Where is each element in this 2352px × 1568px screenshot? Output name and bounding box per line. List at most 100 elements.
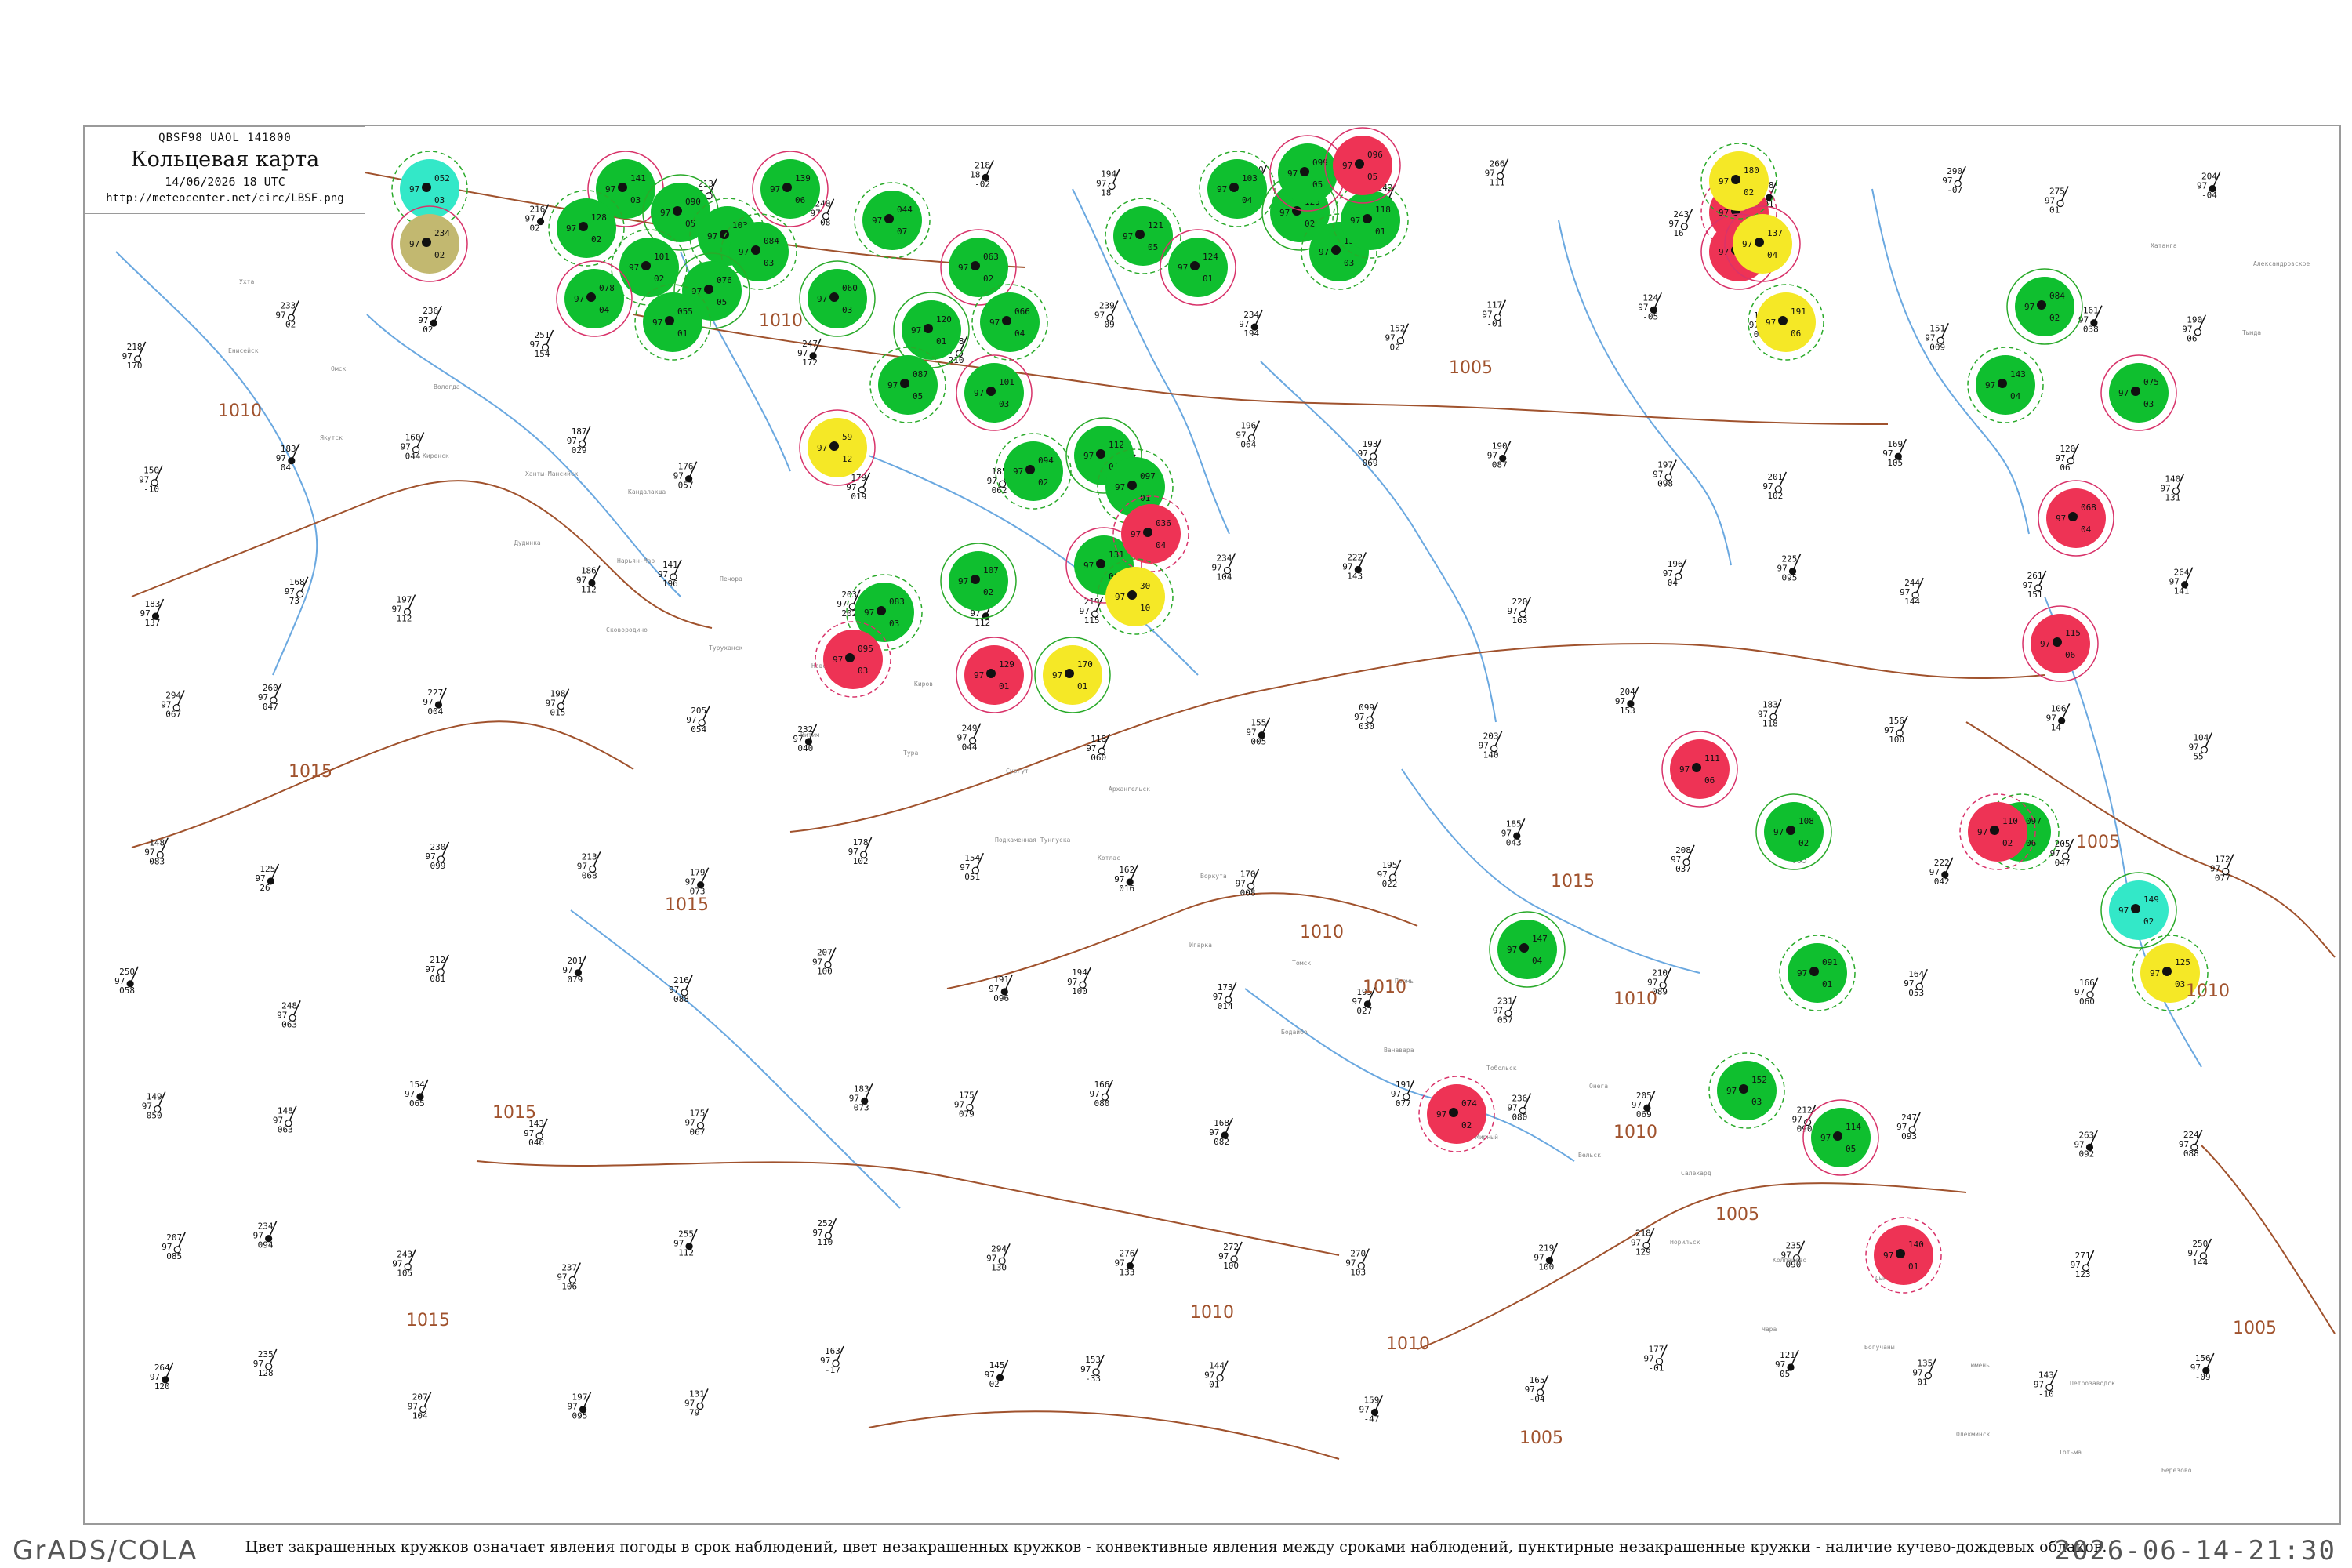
station-plot[interactable]: 16097044 [401, 432, 425, 462]
station-plot[interactable]: 18597043 [1501, 818, 1526, 848]
station-plot[interactable]: 1219705 [1775, 1349, 1799, 1379]
station-plot[interactable]: 24797093 [1896, 1112, 1921, 1142]
station-plot[interactable]: 23697080 [1507, 1093, 1532, 1123]
station-plot[interactable]: 17897102 [848, 837, 873, 866]
station-plot[interactable]: 16897082 [1209, 1117, 1233, 1147]
station-plot[interactable]: 26397092 [2074, 1130, 2099, 1159]
weather-circle-station[interactable]: 191 97 06 [1748, 284, 1824, 361]
weather-circle-station[interactable]: 087 97 05 [869, 347, 946, 423]
station-plot[interactable]: 11797-01 [1482, 299, 1507, 329]
station-plot[interactable]: 15497065 [405, 1079, 429, 1109]
station-plot[interactable]: 14997050 [142, 1091, 166, 1121]
station-plot[interactable]: 25197154 [530, 329, 554, 359]
weather-circle-station[interactable]: 152 97 03 [1708, 1052, 1785, 1129]
station-plot[interactable]: 19397069 [1358, 438, 1382, 468]
station-plot[interactable]: 23497094 [253, 1221, 278, 1250]
station-plot[interactable]: 14397046 [524, 1118, 548, 1148]
station-plot[interactable]: 1529702 [1385, 323, 1410, 353]
station-plot[interactable]: 21297081 [425, 954, 449, 984]
station-plot[interactable]: 23497104 [1211, 553, 1236, 583]
weather-circle-station[interactable]: 137 97 04 [1724, 205, 1801, 282]
station-plot[interactable]: 20797104 [408, 1392, 432, 1421]
weather-circle-station[interactable]: 114 97 05 [1802, 1099, 1879, 1176]
station-plot[interactable]: 17997073 [685, 867, 710, 897]
station-plot[interactable]: 29497067 [161, 690, 185, 720]
weather-circle-station[interactable]: 149 97 02 [2100, 872, 2177, 949]
station-plot[interactable]: 25297110 [812, 1218, 837, 1247]
station-plot[interactable]: 11897060 [1086, 733, 1110, 763]
station-plot[interactable]: 26097047 [258, 682, 282, 712]
station-plot[interactable]: 25097058 [114, 966, 139, 996]
station-plot[interactable]: 12497-05 [1638, 292, 1662, 321]
station-plot[interactable]: 19597022 [1377, 859, 1402, 889]
station-plot[interactable]: 23797106 [557, 1262, 581, 1292]
station-plot[interactable]: 27197123 [2071, 1250, 2095, 1279]
weather-circle-station[interactable]: 140 97 01 [1865, 1217, 1942, 1294]
station-plot[interactable]: 2439716 [1668, 209, 1693, 238]
station-plot[interactable]: 23197057 [1493, 996, 1517, 1025]
station-plot[interactable]: 2759701 [2045, 186, 2069, 216]
station-plot[interactable]: 19797112 [392, 594, 416, 624]
station-plot[interactable]: 15697-09 [2190, 1352, 2215, 1382]
station-plot[interactable]: 20397140 [1479, 731, 1503, 760]
station-plot[interactable]: 17597079 [954, 1090, 978, 1120]
station-plot[interactable]: 21997100 [1534, 1243, 1559, 1272]
station-plot[interactable]: 26697111 [1485, 158, 1509, 188]
weather-circle-station[interactable]: 044 97 07 [854, 182, 931, 259]
station-plot[interactable]: 19197096 [989, 974, 1013, 1004]
weather-circle-station[interactable]: 170 97 01 [1034, 637, 1111, 713]
weather-circle-station[interactable]: 068 97 04 [2038, 480, 2114, 557]
weather-circle-station[interactable]: 094 97 02 [995, 433, 1072, 510]
station-plot[interactable]: 17697057 [673, 461, 698, 491]
station-plot[interactable]: 25597112 [673, 1229, 698, 1258]
station-plot[interactable]: 19897015 [546, 688, 570, 718]
station-plot[interactable]: 16597-04 [1525, 1374, 1549, 1404]
station-plot[interactable]: 22297042 [1929, 857, 1954, 887]
station-plot[interactable]: 1459702 [985, 1359, 1009, 1389]
station-plot[interactable]: 1449701 [1204, 1360, 1229, 1390]
station-plot[interactable]: 16497053 [1904, 968, 1928, 998]
station-plot[interactable]: 19197077 [1391, 1079, 1415, 1109]
station-plot[interactable]: 20497-04 [2197, 171, 2221, 201]
station-plot[interactable]: 22097163 [1507, 596, 1532, 626]
weather-circle-station[interactable]: 101 97 03 [956, 354, 1033, 431]
station-plot[interactable]: 18397118 [1758, 699, 1782, 728]
weather-circle-station[interactable]: 075 97 03 [2100, 354, 2177, 431]
station-plot[interactable]: 15597005 [1246, 717, 1271, 747]
station-plot[interactable]: 15097-10 [139, 465, 163, 495]
station-plot[interactable]: 1359701 [1912, 1358, 1937, 1388]
station-plot[interactable]: 20197079 [562, 955, 587, 985]
station-plot[interactable]: 16397-17 [820, 1345, 844, 1375]
station-plot[interactable]: 18797029 [567, 426, 591, 456]
station-plot[interactable]: 17997019 [846, 472, 871, 502]
station-plot[interactable]: 2169702 [525, 204, 550, 234]
station-plot[interactable]: 15397-33 [1080, 1354, 1105, 1384]
station-plot[interactable]: 29497130 [986, 1243, 1011, 1272]
station-plot[interactable]: 16297016 [1114, 864, 1138, 894]
station-plot[interactable]: 23597128 [253, 1348, 278, 1378]
station-plot[interactable]: 21697088 [669, 975, 693, 1004]
weather-circle-station[interactable]: 147 97 04 [1489, 911, 1566, 988]
station-plot[interactable]: 19797098 [1653, 459, 1677, 489]
station-plot[interactable]: 20797100 [812, 947, 837, 977]
weather-circle-station[interactable]: 107 97 02 [940, 543, 1017, 619]
station-plot[interactable]: 26197151 [2023, 570, 2047, 600]
station-plot[interactable]: 16697060 [2074, 977, 2099, 1007]
station-plot[interactable]: 23397-02 [275, 299, 300, 329]
weather-circle-station[interactable]: 060 97 03 [799, 260, 876, 337]
weather-circle-station[interactable]: 124 97 01 [1160, 229, 1236, 306]
station-plot[interactable]: 1069714 [2046, 703, 2071, 732]
station-plot[interactable]: 14097131 [2160, 474, 2185, 503]
weather-circle-station[interactable]: 234 97 02 [391, 205, 468, 282]
station-plot[interactable]: 17097008 [1236, 868, 1260, 898]
station-plot[interactable]: 22597095 [1777, 554, 1802, 583]
station-plot[interactable]: 20597054 [686, 705, 710, 735]
weather-circle-station[interactable]: 084 97 02 [2006, 268, 2083, 345]
station-plot[interactable]: 21897129 [1631, 1228, 1655, 1257]
station-plot[interactable]: 24897063 [277, 1000, 301, 1029]
station-plot[interactable]: 25097144 [2187, 1238, 2212, 1268]
station-plot[interactable]: 21397068 [577, 851, 601, 880]
station-plot[interactable]: 21897170 [122, 341, 147, 371]
weather-circle-station[interactable]: 096 97 05 [1324, 127, 1401, 204]
station-plot[interactable]: 18397073 [849, 1083, 873, 1112]
